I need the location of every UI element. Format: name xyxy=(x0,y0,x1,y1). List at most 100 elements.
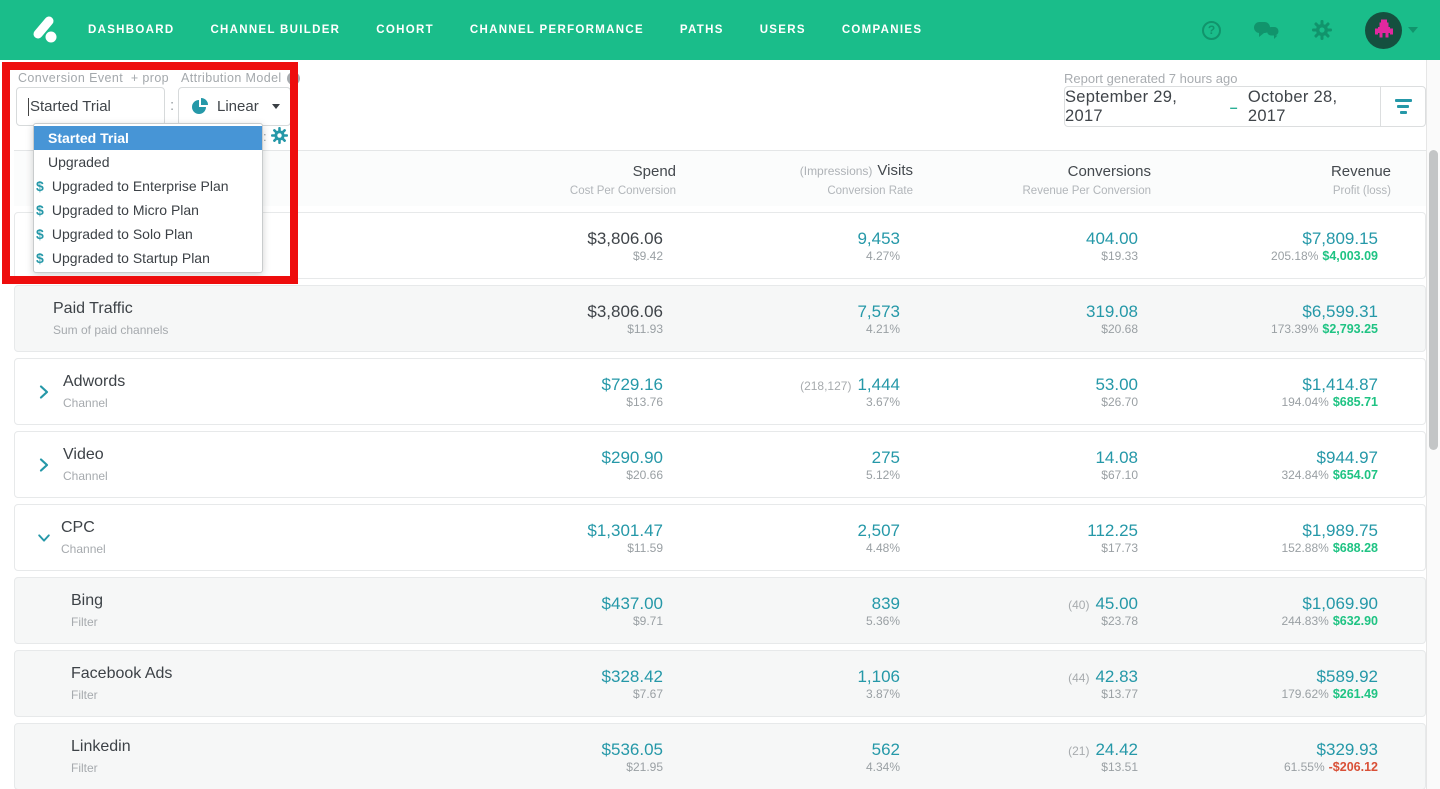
conversions-cell: (40) 45.00 $23.78 xyxy=(934,594,1150,628)
attribution-logo[interactable] xyxy=(28,13,62,47)
table-row[interactable]: Video Channel $290.90 $20.66 275 5.12% 1… xyxy=(14,431,1426,498)
profit-amount: $688.28 xyxy=(1332,540,1378,555)
spend-cell: $437.00 $9.71 xyxy=(375,594,675,628)
date-range-text[interactable]: September 29, 2017 – October 28, 2017 xyxy=(1065,87,1380,126)
chevron-right-icon[interactable] xyxy=(39,384,53,400)
add-prop-link[interactable]: + prop xyxy=(131,71,169,85)
nav-item-channel-performance[interactable]: CHANNEL PERFORMANCE xyxy=(470,24,644,36)
nav-item-channel-builder[interactable]: CHANNEL BUILDER xyxy=(210,24,340,36)
revenue-value: $1,414.87 xyxy=(1302,374,1378,394)
attribution-model-select[interactable]: Linear xyxy=(178,87,291,126)
row-name: Facebook Ads xyxy=(71,665,173,682)
cost-per-conversion: $9.42 xyxy=(632,248,663,263)
header-spend: Spend Cost Per Conversion xyxy=(569,162,676,197)
filter-sort-icon[interactable] xyxy=(1380,87,1425,126)
table-row[interactable]: Bing Filter $437.00 $9.71 839 5.36% (40)… xyxy=(14,577,1426,644)
info-icon[interactable]: i xyxy=(286,71,300,85)
revenue-per-conversion: $13.51 xyxy=(1101,759,1138,774)
revenue-per-conversion: $67.10 xyxy=(1101,467,1138,482)
scrollbar-thumb[interactable] xyxy=(1429,150,1438,450)
avatar[interactable] xyxy=(1365,11,1402,49)
visits-cell: 7,573 4.21% xyxy=(697,302,912,336)
help-icon[interactable]: ? xyxy=(1202,20,1221,40)
conversions-cell: 53.00 $26.70 xyxy=(934,375,1150,409)
visits-cell: (218,127) 1,444 3.67% xyxy=(697,375,912,409)
revenue-per-conversion: $13.77 xyxy=(1101,686,1138,701)
conversion-event-value: Started Trial xyxy=(30,98,111,115)
conversion-event-input[interactable]: Started Trial xyxy=(16,87,165,126)
profit-amount: -$206.12 xyxy=(1328,759,1378,774)
channel-table: $3,806.06 $9.42 9,453 4.27% 404.00 $19.3… xyxy=(0,212,1440,789)
settings-gear-icon[interactable] xyxy=(271,127,288,149)
table-row[interactable]: CPC Channel $1,301.47 $11.59 2,507 4.48%… xyxy=(14,504,1426,571)
user-menu[interactable] xyxy=(1365,11,1418,49)
row-name: Video xyxy=(63,446,104,463)
visits-cell: 839 5.36% xyxy=(697,594,912,628)
nav-item-dashboard[interactable]: DASHBOARD xyxy=(88,24,174,36)
nav-item-companies[interactable]: COMPANIES xyxy=(842,24,923,36)
profit-amount: $632.90 xyxy=(1332,613,1378,628)
visits-cell: 275 5.12% xyxy=(697,448,912,482)
profit-amount: $2,793.25 xyxy=(1322,321,1378,336)
dropdown-item-started-trial[interactable]: Started Trial xyxy=(34,126,262,150)
nav-item-paths[interactable]: PATHS xyxy=(680,24,724,36)
revenue-cell: $1,989.75 152.88% $688.28 xyxy=(1172,521,1390,555)
date-range-picker[interactable]: September 29, 2017 – October 28, 2017 xyxy=(1064,86,1426,127)
dropdown-item-upgraded-startup[interactable]: $ Upgraded to Startup Plan xyxy=(34,246,262,270)
date-separator: – xyxy=(1229,98,1238,115)
profit-amount: $654.07 xyxy=(1332,467,1378,482)
revenue-value: $7,809.15 xyxy=(1302,228,1378,248)
report-controls: Conversion Event + prop Attribution Mode… xyxy=(0,60,1440,284)
row-type: Filter xyxy=(71,688,98,702)
conversions-value: 53.00 xyxy=(1095,374,1138,394)
dropdown-item-upgraded-enterprise[interactable]: $ Upgraded to Enterprise Plan xyxy=(34,174,262,198)
header-conversions: Conversions Revenue Per Conversion xyxy=(1022,162,1152,197)
row-type: Filter xyxy=(71,761,98,775)
scrollbar[interactable] xyxy=(1426,60,1440,789)
conversions-cell: (21) 24.42 $13.51 xyxy=(934,740,1150,774)
cost-per-conversion: $7.67 xyxy=(632,686,663,701)
spend-cell: $3,806.06 $9.42 xyxy=(375,229,675,263)
nav-item-users[interactable]: USERS xyxy=(760,24,806,36)
conversions-count: (40) xyxy=(1068,597,1090,612)
row-name: Paid Traffic xyxy=(53,300,133,317)
header-revenue: Revenue Profit (loss) xyxy=(1330,162,1391,197)
conversions-value: 404.00 xyxy=(1086,228,1138,248)
dropdown-item-upgraded[interactable]: Upgraded xyxy=(34,150,262,174)
nav-item-cohort[interactable]: COHORT xyxy=(376,24,434,36)
cost-per-conversion: $20.66 xyxy=(626,467,663,482)
profit-amount: $4,003.09 xyxy=(1322,248,1378,263)
chevron-down-icon[interactable] xyxy=(37,533,51,543)
cost-per-conversion: $21.95 xyxy=(626,759,663,774)
profit-pct: 324.84% xyxy=(1281,467,1329,482)
profit-pct: 152.88% xyxy=(1281,540,1329,555)
conversions-value: 112.25 xyxy=(1087,520,1138,540)
table-row: Paid Traffic Sum of paid channels $3,806… xyxy=(14,285,1426,352)
conversions-cell: 112.25 $17.73 xyxy=(934,521,1150,555)
conversion-rate: 5.12% xyxy=(865,467,900,482)
spend-value: $1,301.47 xyxy=(587,520,663,540)
text-cursor xyxy=(28,97,29,116)
conversion-event-label: Conversion Event + prop xyxy=(18,71,170,85)
revenue-value: $1,069.90 xyxy=(1302,593,1378,613)
gear-icon[interactable] xyxy=(1312,20,1332,40)
date-start: September 29, 2017 xyxy=(1065,87,1178,125)
row-name: Linkedin xyxy=(71,738,131,755)
chat-icon[interactable] xyxy=(1254,21,1279,40)
table-row[interactable]: Facebook Ads Filter $328.42 $7.67 1,106 … xyxy=(14,650,1426,717)
dropdown-item-upgraded-micro[interactable]: $ Upgraded to Micro Plan xyxy=(34,198,262,222)
dropdown-item-upgraded-solo[interactable]: $ Upgraded to Solo Plan xyxy=(34,222,262,246)
spend-cell: $3,806.06 $11.93 xyxy=(375,302,675,336)
revenue-value: $329.93 xyxy=(1316,739,1378,759)
conversions-value: 24.42 xyxy=(1095,739,1138,759)
visits-cell: 2,507 4.48% xyxy=(697,521,912,555)
spend-cell: $290.90 $20.66 xyxy=(375,448,675,482)
nav-menu: DASHBOARD CHANNEL BUILDER COHORT CHANNEL… xyxy=(88,24,958,36)
visits-value: 1,444 xyxy=(857,374,900,394)
table-row[interactable]: Adwords Channel $729.16 $13.76 (218,127)… xyxy=(14,358,1426,425)
table-row[interactable]: Linkedin Filter $536.05 $21.95 562 4.34%… xyxy=(14,723,1426,789)
chevron-right-icon[interactable] xyxy=(39,457,53,473)
revenue-per-conversion: $20.68 xyxy=(1101,321,1138,336)
visits-cell: 1,106 3.87% xyxy=(697,667,912,701)
spend-cell: $729.16 $13.76 xyxy=(375,375,675,409)
